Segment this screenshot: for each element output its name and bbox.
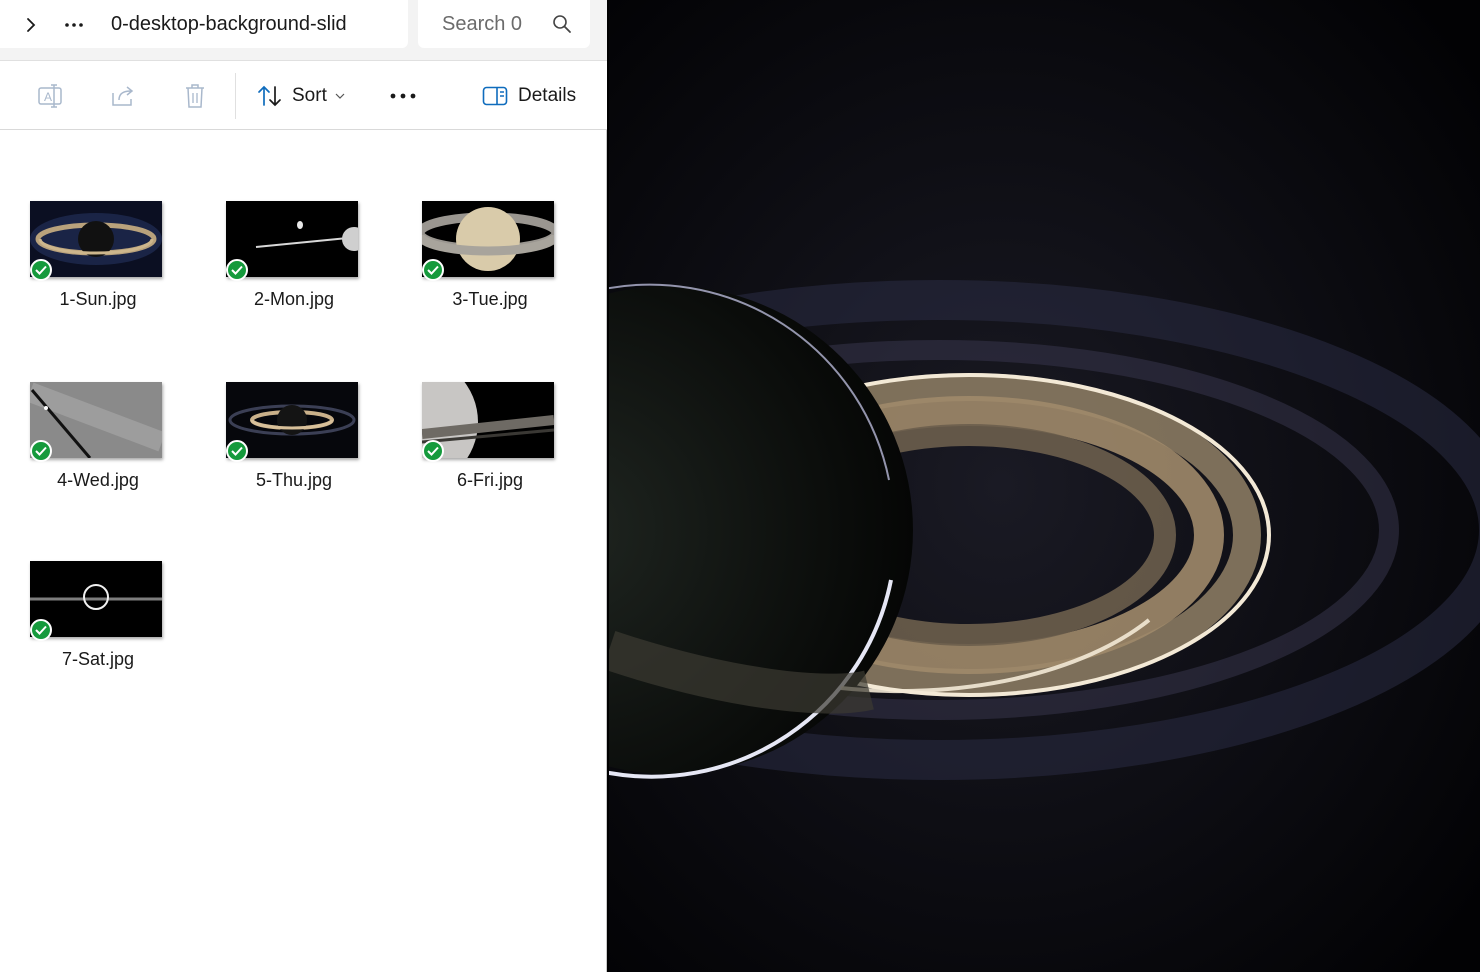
trash-icon	[186, 84, 204, 108]
share-icon	[112, 86, 134, 106]
expand-path-button[interactable]	[14, 10, 48, 40]
sync-status-icon	[30, 440, 52, 462]
search-input[interactable]: Search 0	[418, 0, 590, 48]
toolbar-divider	[235, 73, 236, 119]
search-placeholder: Search 0	[442, 13, 522, 35]
sort-label: Sort	[292, 85, 327, 106]
file-name: 3-Tue.jpg	[452, 289, 528, 309]
desktop-wallpaper-preview	[609, 0, 1480, 972]
file-grid: 1-Sun.jpg 2-Mon.jpg 3-Tue.jpg 4-Wed.jpg …	[0, 131, 607, 972]
ellipsis-icon	[65, 23, 83, 27]
sync-status-icon	[226, 440, 248, 462]
file-item-4-wed[interactable]: 4-Wed.jpg	[30, 382, 170, 512]
folder-path-label[interactable]: 0-desktop-background-slid	[111, 13, 367, 36]
hidden-path-menu-button[interactable]	[56, 10, 92, 40]
share-button[interactable]	[106, 78, 140, 114]
sort-button[interactable]: Sort	[256, 78, 356, 114]
file-explorer-window: 0-desktop-background-slid Search 0 A Sor…	[0, 0, 607, 972]
file-name: 7-Sat.jpg	[61, 649, 135, 669]
file-name: 6-Fri.jpg	[456, 470, 523, 490]
command-bar: A Sort Details	[0, 61, 607, 130]
svg-text:A: A	[44, 90, 52, 104]
details-label: Details	[518, 85, 577, 106]
file-item-2-mon[interactable]: 2-Mon.jpg	[226, 201, 366, 331]
file-item-7-sat[interactable]: 7-Sat.jpg	[30, 561, 170, 691]
sync-status-icon	[422, 259, 444, 281]
file-name: 1-Sun.jpg	[59, 289, 137, 309]
details-pane-icon	[482, 86, 508, 106]
details-pane-button[interactable]: Details	[482, 78, 582, 114]
breadcrumb[interactable]: 0-desktop-background-slid	[0, 0, 408, 48]
sync-status-icon	[226, 259, 248, 281]
saturn-wallpaper-image	[609, 0, 1480, 972]
chevron-right-icon	[27, 18, 36, 32]
see-more-button[interactable]	[386, 78, 420, 114]
file-name: 2-Mon.jpg	[253, 289, 335, 309]
sort-arrows-icon	[258, 85, 281, 107]
sync-status-icon	[30, 259, 52, 281]
rename-button[interactable]: A	[34, 78, 68, 114]
sync-status-icon	[422, 440, 444, 462]
file-name: 4-Wed.jpg	[57, 470, 139, 490]
search-icon	[553, 15, 571, 33]
rename-icon: A	[38, 84, 62, 108]
file-item-1-sun[interactable]: 1-Sun.jpg	[30, 201, 170, 331]
file-name: 5-Thu.jpg	[255, 470, 333, 490]
more-options-icon	[390, 93, 416, 99]
sync-status-icon	[30, 619, 52, 641]
chevron-down-icon	[335, 93, 345, 99]
delete-button[interactable]	[178, 78, 212, 114]
file-item-5-thu[interactable]: 5-Thu.jpg	[226, 382, 366, 512]
file-item-3-tue[interactable]: 3-Tue.jpg	[422, 201, 562, 331]
address-bar: 0-desktop-background-slid Search 0	[0, 0, 607, 61]
file-item-6-fri[interactable]: 6-Fri.jpg	[422, 382, 562, 512]
